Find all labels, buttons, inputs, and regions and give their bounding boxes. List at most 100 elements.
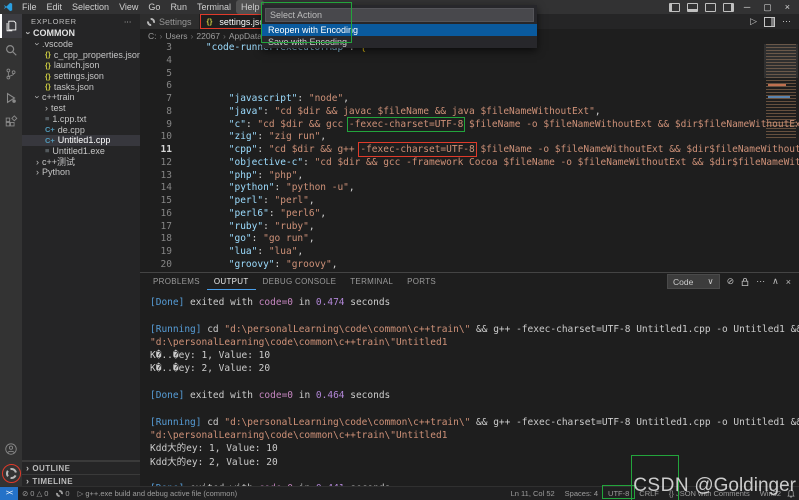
toggle-panel-icon[interactable] bbox=[687, 3, 698, 12]
output-line: K�..�ey: 2, Value: 20 bbox=[150, 362, 799, 375]
breadcrumb-item[interactable]: AppData bbox=[229, 31, 262, 41]
tree-item[interactable]: ›c++测试 bbox=[22, 156, 140, 167]
panel-tab-terminal[interactable]: TERMINAL bbox=[343, 273, 400, 290]
code-token bbox=[183, 106, 229, 117]
tree-item[interactable]: ›c++train bbox=[22, 92, 140, 103]
code-line[interactable]: 16 "perl6": "perl6", bbox=[140, 208, 799, 221]
remote-indicator[interactable]: >< bbox=[0, 487, 18, 500]
menu-file[interactable]: File bbox=[17, 0, 42, 14]
code-line[interactable]: 15 "perl": "perl", bbox=[140, 195, 799, 208]
panel-tab-problems[interactable]: PROBLEMS bbox=[146, 273, 207, 290]
breadcrumb-item[interactable]: Users bbox=[165, 31, 187, 41]
minimize-button[interactable]: ─ bbox=[741, 2, 753, 12]
panel-tab-ports[interactable]: PORTS bbox=[400, 273, 443, 290]
extensions-icon[interactable] bbox=[0, 110, 22, 134]
search-icon[interactable] bbox=[0, 38, 22, 62]
restore-button[interactable]: ▢ bbox=[760, 2, 775, 13]
menu-selection[interactable]: Selection bbox=[67, 0, 114, 14]
menu-edit[interactable]: Edit bbox=[42, 0, 68, 14]
customize-layout-icon[interactable] bbox=[723, 3, 734, 12]
code-line[interactable]: 18 "go": "go run", bbox=[140, 233, 799, 246]
output-token: && g++ -fexec-charset=UTF-8 Untitled1.cp… bbox=[470, 324, 799, 335]
code-line[interactable]: 11 "cpp": "cd $dir && g++ -fexec-charset… bbox=[140, 144, 799, 157]
clear-output-icon[interactable]: ⊘ bbox=[727, 276, 735, 287]
code-token bbox=[183, 208, 229, 219]
code-line[interactable]: 8 "java": "cd $dir && javac $fileName &&… bbox=[140, 106, 799, 119]
output-channel-select[interactable]: Code∨ bbox=[667, 274, 720, 289]
cursor-position[interactable]: Ln 11, Col 52 bbox=[507, 489, 559, 498]
tree-item[interactable]: ›.vscode bbox=[22, 39, 140, 50]
menu-terminal[interactable]: Terminal bbox=[192, 0, 236, 14]
explorer-icon[interactable] bbox=[0, 14, 22, 38]
code-line[interactable]: 13 "php": "php", bbox=[140, 170, 799, 183]
output-token: [Running] bbox=[150, 324, 201, 335]
output-log[interactable]: [Done] exited with code=0 in 0.474 secon… bbox=[140, 291, 799, 488]
tab-settings[interactable]: Settings bbox=[140, 14, 200, 29]
menu-help[interactable]: Help bbox=[236, 0, 265, 14]
menu-go[interactable]: Go bbox=[143, 0, 165, 14]
panel-tab-output[interactable]: OUTPUT bbox=[207, 273, 256, 290]
close-button[interactable]: × bbox=[782, 2, 793, 12]
tree-item[interactable]: {}c_cpp_properties.json bbox=[22, 49, 140, 60]
run-code-icon[interactable]: ▷ bbox=[750, 16, 757, 27]
source-control-icon[interactable] bbox=[0, 62, 22, 86]
code-line[interactable]: 20 "groovy": "groovy", bbox=[140, 259, 799, 272]
code-line[interactable]: 12 "objective-c": "cd $dir && gcc -frame… bbox=[140, 157, 799, 170]
tree-item[interactable]: ›test bbox=[22, 103, 140, 114]
editor-more-icon[interactable]: ⋯ bbox=[782, 16, 791, 27]
panel-tab-debug-console[interactable]: DEBUG CONSOLE bbox=[256, 273, 344, 290]
tree-item[interactable]: ›COMMON bbox=[22, 28, 140, 39]
quick-pick-input[interactable]: Select Action bbox=[265, 8, 534, 22]
toggle-sidebar-icon[interactable] bbox=[669, 3, 680, 12]
tree-item[interactable]: C+de.cpp bbox=[22, 124, 140, 135]
panel-more-icon[interactable]: ⋯ bbox=[756, 276, 765, 287]
lock-scroll-icon[interactable] bbox=[741, 277, 749, 287]
tree-item[interactable]: ›Python bbox=[22, 167, 140, 178]
menu-view[interactable]: View bbox=[114, 0, 143, 14]
encoding-indicator[interactable]: UTF-8 bbox=[604, 489, 633, 498]
tree-item[interactable]: ≡1.cpp.txt bbox=[22, 114, 140, 125]
breadcrumb-item[interactable]: 22067 bbox=[196, 31, 220, 41]
tree-item[interactable]: ≡Untitled1.exe bbox=[22, 146, 140, 157]
account-icon[interactable] bbox=[0, 437, 22, 461]
code-line[interactable]: 10 "zig": "zig run", bbox=[140, 131, 799, 144]
tree-item[interactable]: {}tasks.json bbox=[22, 81, 140, 92]
code-editor[interactable]: 3 "code-runner.executorMap": {4567 "java… bbox=[140, 42, 799, 272]
build-task-indicator[interactable]: ▷ g++.exe build and debug active file (c… bbox=[74, 489, 242, 498]
code-token bbox=[183, 170, 229, 181]
run-debug-icon[interactable] bbox=[0, 86, 22, 110]
section-outline[interactable]: ›OUTLINE bbox=[22, 461, 140, 474]
maximize-panel-icon[interactable]: ∧ bbox=[772, 276, 779, 287]
explorer-more-icon[interactable]: ⋯ bbox=[124, 17, 132, 26]
code-line[interactable]: 7 "javascript": "node", bbox=[140, 93, 799, 106]
tool-counter[interactable]: 0 bbox=[52, 489, 73, 498]
toggle-secondary-sidebar-icon[interactable] bbox=[705, 3, 716, 12]
tree-item[interactable]: {}settings.json bbox=[22, 71, 140, 82]
chevron-right-icon: › bbox=[45, 103, 48, 113]
tree-item[interactable]: {}launch.json bbox=[22, 60, 140, 71]
close-panel-icon[interactable]: × bbox=[786, 277, 791, 287]
breadcrumb-item[interactable]: C: bbox=[148, 31, 157, 41]
split-editor-icon[interactable] bbox=[764, 17, 775, 27]
code-token bbox=[183, 195, 229, 206]
code-line-content: "groovy": "groovy", bbox=[183, 259, 337, 272]
code-line[interactable]: 4 bbox=[140, 55, 799, 68]
menu-run[interactable]: Run bbox=[165, 0, 192, 14]
code-token: , bbox=[297, 170, 303, 181]
indentation-indicator[interactable]: Spaces: 4 bbox=[561, 489, 602, 498]
output-token: in bbox=[293, 390, 316, 401]
minimap[interactable] bbox=[766, 44, 796, 140]
code-line[interactable]: 9 "c": "cd $dir && gcc -fexec-charset=UT… bbox=[140, 119, 799, 132]
code-line[interactable]: 14 "python": "python -u", bbox=[140, 182, 799, 195]
code-line[interactable]: 5 bbox=[140, 68, 799, 81]
output-token: [Running] bbox=[150, 417, 201, 428]
tree-item[interactable]: C+Untitled1.cpp bbox=[22, 135, 140, 146]
problems-indicator[interactable]: ⊘ 0 △ 0 bbox=[18, 489, 52, 498]
code-line[interactable]: 19 "lua": "lua", bbox=[140, 246, 799, 259]
settings-gear-icon[interactable] bbox=[0, 461, 22, 485]
quick-pick-item[interactable]: Save with Encoding bbox=[262, 36, 537, 48]
code-token: , bbox=[595, 106, 601, 117]
quick-pick-item[interactable]: Reopen with Encoding bbox=[262, 24, 537, 36]
code-line[interactable]: 17 "ruby": "ruby", bbox=[140, 221, 799, 234]
code-line[interactable]: 6 bbox=[140, 80, 799, 93]
